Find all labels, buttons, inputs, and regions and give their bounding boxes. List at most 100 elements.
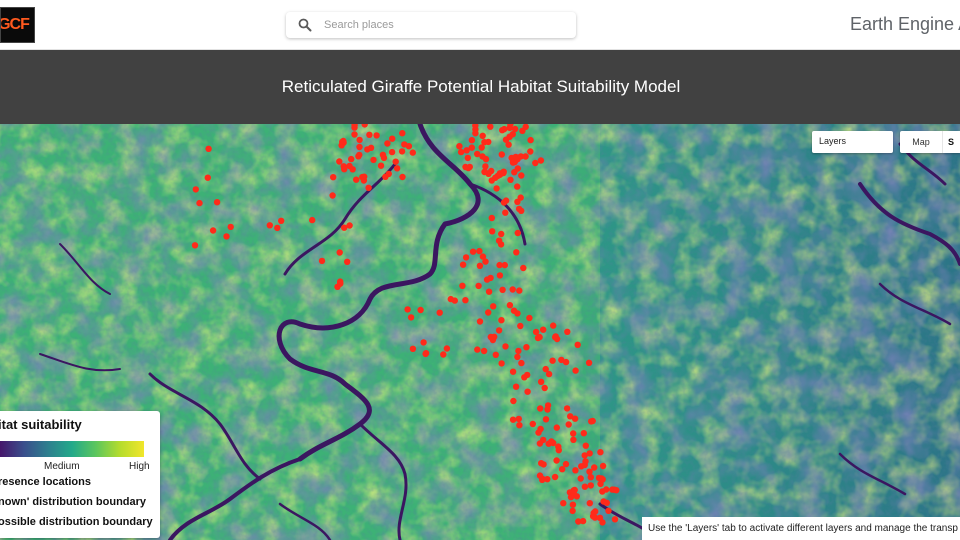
presence-point <box>488 167 495 175</box>
presence-point <box>476 247 483 255</box>
presence-point <box>495 237 503 244</box>
presence-point <box>274 224 281 232</box>
presence-point <box>514 353 521 361</box>
presence-point <box>346 162 353 170</box>
presence-point <box>499 127 506 134</box>
presence-point <box>498 230 505 238</box>
layers-info-text: Use the 'Layers' tab to activate differe… <box>648 523 958 534</box>
presence-point <box>524 371 531 379</box>
presence-point <box>512 383 520 390</box>
presence-point <box>572 367 579 374</box>
presence-point <box>498 317 505 324</box>
presence-point <box>359 173 366 181</box>
presence-point <box>559 466 566 473</box>
map-type-control[interactable]: Map S <box>900 131 960 153</box>
presence-point <box>509 131 516 138</box>
presence-point <box>309 216 316 224</box>
presence-point <box>409 149 416 156</box>
presence-point <box>535 429 542 436</box>
layers-dropdown[interactable]: Layers <box>812 131 893 153</box>
presence-point <box>509 286 516 293</box>
presence-point <box>506 124 513 131</box>
legend-item-known-boundary: nown' distribution boundary <box>0 496 147 508</box>
presence-point <box>227 223 234 231</box>
presence-point <box>518 359 525 367</box>
presence-point <box>496 272 504 279</box>
presence-point <box>537 378 545 385</box>
presence-point <box>578 463 585 470</box>
legend-item-possible-boundary: ossible distribution boundary <box>0 516 153 528</box>
presence-point <box>611 516 619 523</box>
presence-point <box>464 154 471 162</box>
presence-point <box>223 233 230 240</box>
presence-point <box>524 388 531 395</box>
presence-point <box>570 489 577 496</box>
page-title: Reticulated Giraffe Potential Habitat Su… <box>281 77 681 96</box>
logo-text: GCF <box>0 16 30 33</box>
presence-point <box>191 242 199 249</box>
presence-point <box>495 327 503 334</box>
search-box[interactable] <box>286 12 576 38</box>
presence-point <box>457 148 465 156</box>
satellite-view-button[interactable]: S <box>943 131 960 153</box>
presence-point <box>562 460 570 468</box>
presence-point <box>529 420 536 428</box>
presence-point <box>192 186 199 193</box>
presence-point <box>539 476 546 483</box>
search-icon[interactable] <box>286 12 324 38</box>
presence-point <box>481 139 488 146</box>
presence-point <box>515 205 523 213</box>
presence-point <box>598 475 605 482</box>
presence-point <box>511 169 518 176</box>
legend-high-label: High <box>129 461 150 472</box>
presence-point <box>550 322 557 329</box>
presence-point <box>563 405 571 412</box>
presence-point <box>370 156 377 164</box>
presence-point <box>351 131 358 138</box>
presence-point <box>586 450 593 457</box>
presence-point <box>266 222 273 229</box>
presence-point <box>516 287 523 294</box>
presence-point <box>440 351 447 358</box>
legend-item-presence: resence locations <box>0 476 91 488</box>
presence-point <box>553 424 560 431</box>
presence-point <box>589 417 596 425</box>
presence-point <box>205 145 212 152</box>
presence-point <box>468 137 476 144</box>
presence-point <box>562 358 570 366</box>
presence-point <box>509 416 517 423</box>
presence-point <box>585 359 593 366</box>
presence-point <box>356 151 363 159</box>
presence-point <box>502 197 510 204</box>
presence-point <box>492 351 499 358</box>
presence-point <box>581 483 589 490</box>
presence-point <box>456 143 463 150</box>
presence-point <box>493 185 500 192</box>
presence-point <box>569 507 576 515</box>
presence-point <box>462 163 469 171</box>
presence-point <box>574 341 581 348</box>
presence-point <box>398 148 406 155</box>
presence-point <box>346 222 353 229</box>
presence-point <box>356 136 363 144</box>
presence-point <box>582 442 589 449</box>
presence-point <box>479 132 486 139</box>
presence-point <box>367 144 375 151</box>
search-input[interactable] <box>324 13 564 37</box>
title-banner: Reticulated Giraffe Potential Habitat Su… <box>0 50 960 124</box>
presence-point <box>599 462 607 470</box>
presence-point <box>569 501 577 508</box>
presence-point <box>384 140 391 147</box>
presence-point <box>480 347 488 355</box>
presence-point <box>545 370 553 378</box>
presence-point <box>382 173 389 180</box>
map-view-button[interactable]: Map <box>900 131 943 153</box>
presence-point <box>597 449 604 456</box>
presence-point <box>278 217 285 224</box>
presence-point <box>475 282 482 290</box>
presence-point <box>580 430 587 437</box>
top-bar: GCF Earth Engine A <box>0 0 960 50</box>
presence-point <box>516 422 523 429</box>
presence-point <box>318 257 326 265</box>
presence-point <box>422 350 430 357</box>
